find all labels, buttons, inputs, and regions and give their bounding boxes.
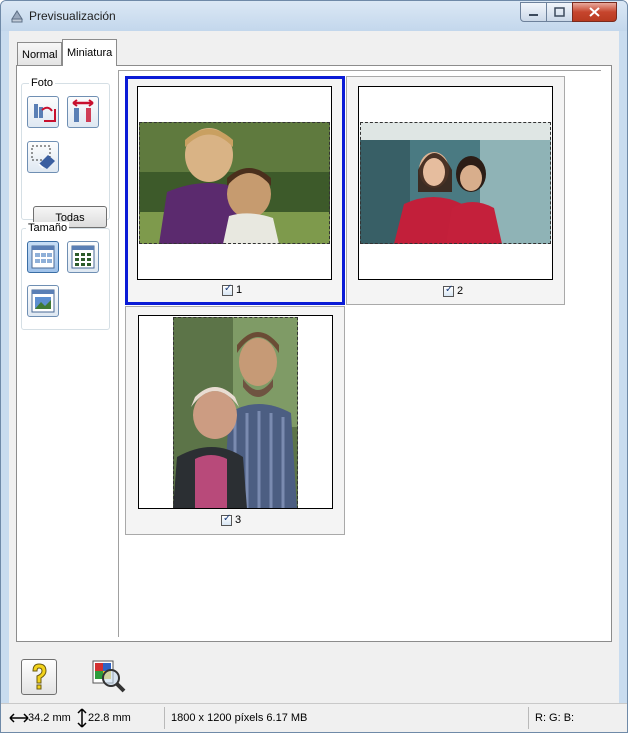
thumbnail-3[interactable]: 3 <box>125 306 345 535</box>
foto-group: Foto Todas <box>21 77 110 228</box>
title-bar[interactable]: Previsualización <box>1 1 627 31</box>
width-value: 34.2 mm <box>28 712 71 724</box>
minimize-icon <box>529 14 538 16</box>
preview-window: Previsualización Normal Miniatura Foto T… <box>0 0 628 733</box>
medium-grid-icon <box>71 245 95 269</box>
image-info: 1800 x 1200 píxels 6.17 MB <box>171 712 308 724</box>
thumbnail-2-number: 2 <box>457 285 464 297</box>
thumbnail-tab-panel: Foto Todas Tamaño ✓ 1 ✓ 2 ✓ 3 <box>16 65 612 642</box>
close-icon <box>589 7 600 17</box>
thumbnail-3-frame <box>138 315 333 509</box>
tab-normal[interactable]: Normal <box>17 42 63 65</box>
scanner-app-icon <box>11 10 23 23</box>
size-medium-button[interactable] <box>67 241 99 273</box>
zoom-preview-button[interactable] <box>91 659 127 695</box>
tab-miniatura[interactable]: Miniatura <box>62 39 118 66</box>
zoom-icon <box>92 660 126 693</box>
rotate-flip-icon <box>72 99 94 122</box>
maximize-icon <box>554 7 565 17</box>
photo-two-women <box>360 122 551 244</box>
help-icon <box>32 663 47 690</box>
vertical-separator <box>118 70 119 637</box>
thumbnail-1-checkbox[interactable] <box>222 283 233 296</box>
thumbnail-2-photo[interactable] <box>360 122 551 244</box>
top-separator <box>119 70 601 71</box>
thumbnail-1-number: 1 <box>236 284 243 296</box>
thumbnail-3-checkbox[interactable] <box>221 513 232 526</box>
close-button[interactable] <box>572 2 617 22</box>
size-small-button[interactable] <box>27 241 59 273</box>
thumbnail-3-number: 3 <box>235 514 242 526</box>
auto-locate-button[interactable] <box>27 96 59 128</box>
window-title: Previsualización <box>29 9 116 23</box>
thumbnail-2-checkbox[interactable] <box>443 284 454 297</box>
width-arrow-icon <box>9 713 29 723</box>
status-divider-2 <box>528 707 529 729</box>
foto-group-label: Foto <box>29 77 56 89</box>
photo-older-couple <box>173 317 298 508</box>
small-grid-icon <box>31 245 55 269</box>
large-image-icon <box>31 289 55 313</box>
size-group-label: Tamaño <box>26 222 70 234</box>
eraser-icon <box>31 145 55 169</box>
clear-marquee-button[interactable] <box>27 141 59 173</box>
help-button[interactable] <box>21 659 57 695</box>
photo-two-boys <box>139 122 330 244</box>
size-group: Tamaño <box>21 222 110 330</box>
thumbnail-3-photo[interactable] <box>173 317 298 508</box>
maximize-button[interactable] <box>546 2 573 22</box>
thumbnail-2[interactable]: 2 <box>346 76 565 305</box>
thumbnail-1-photo[interactable] <box>139 122 330 244</box>
status-bar: 34.2 mm 22.8 mm 1800 x 1200 píxels 6.17 … <box>1 703 627 732</box>
thumbnail-1[interactable]: 1 <box>125 76 345 305</box>
height-arrow-icon <box>77 708 87 728</box>
size-large-button[interactable] <box>27 285 59 317</box>
rgb-readout: R: G: B: <box>535 712 575 724</box>
thumbnail-1-frame <box>137 86 332 280</box>
client-area: Normal Miniatura Foto Todas Tamaño ✓ 1 ✓… <box>9 31 619 703</box>
height-value: 22.8 mm <box>88 712 131 724</box>
auto-locate-icon <box>34 104 56 122</box>
rotate-flip-button[interactable] <box>67 96 99 128</box>
thumbnail-2-frame <box>358 86 553 280</box>
minimize-button[interactable] <box>520 2 547 22</box>
status-divider-1 <box>164 707 165 729</box>
